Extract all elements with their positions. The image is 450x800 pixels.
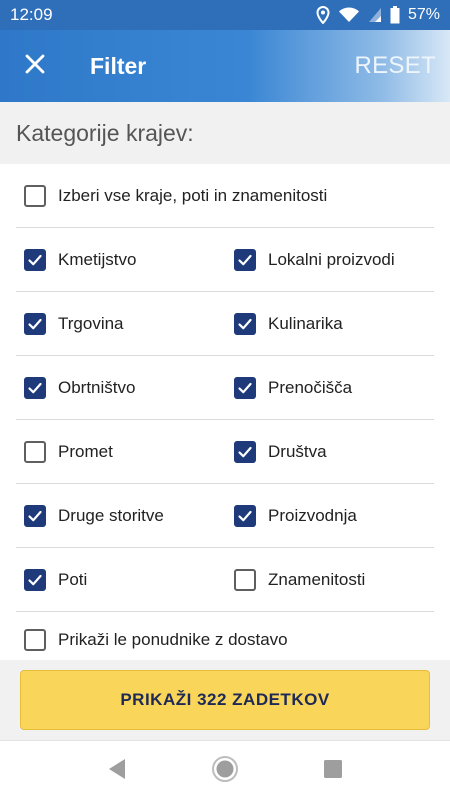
- check-icon: [28, 382, 42, 393]
- check-icon: [238, 510, 252, 521]
- category-label: Druge storitve: [58, 505, 164, 525]
- delivery-row[interactable]: Prikaži le ponudnike z dostavo: [16, 612, 434, 660]
- category-kulinarika[interactable]: Kulinarika: [226, 292, 434, 355]
- checkbox-checked[interactable]: [24, 568, 46, 591]
- category-druge-storitve[interactable]: Druge storitve: [16, 484, 226, 547]
- location-icon: [316, 6, 330, 24]
- checkbox-checked[interactable]: [24, 312, 46, 335]
- recents-button[interactable]: [319, 757, 347, 785]
- system-nav-bar: [0, 740, 450, 800]
- category-label: Društva: [268, 441, 327, 461]
- category-label: Znamenitosti: [268, 569, 366, 589]
- battery-icon: [390, 6, 400, 24]
- checkbox-unchecked[interactable]: [24, 629, 46, 651]
- category-proizvodnja[interactable]: Proizvodnja: [226, 484, 434, 547]
- category-row: Kmetijstvo Lokalni proizvodi: [16, 228, 434, 292]
- category-row: Trgovina Kulinarika: [16, 292, 434, 356]
- category-obrtnistvo[interactable]: Obrtništvo: [16, 356, 226, 419]
- checkbox-unchecked[interactable]: [234, 568, 256, 591]
- page-title: Filter: [90, 52, 147, 79]
- checkbox-checked[interactable]: [234, 376, 256, 399]
- battery-percent: 57%: [407, 6, 440, 23]
- category-kmetijstvo[interactable]: Kmetijstvo: [16, 228, 226, 291]
- check-icon: [238, 446, 252, 457]
- filter-panel: Izberi vse kraje, poti in znamenitosti K…: [0, 164, 450, 660]
- category-label: Poti: [58, 569, 88, 589]
- status-time: 12:09: [10, 5, 53, 24]
- category-lokalni-proizvodi[interactable]: Lokalni proizvodi: [226, 228, 434, 291]
- close-icon: [24, 53, 46, 80]
- delivery-only-option[interactable]: Prikaži le ponudnike z dostavo: [16, 629, 288, 651]
- category-label: Trgovina: [58, 313, 124, 333]
- select-all-row[interactable]: Izberi vse kraje, poti in znamenitosti: [16, 164, 434, 228]
- checkbox-unchecked[interactable]: [24, 440, 46, 463]
- checkbox-checked[interactable]: [234, 248, 256, 271]
- reset-button[interactable]: RESET: [354, 52, 436, 80]
- category-label: Kmetijstvo: [58, 249, 137, 269]
- category-poti[interactable]: Poti: [16, 548, 226, 611]
- checkbox-checked[interactable]: [234, 440, 256, 463]
- status-bar: 12:09 57%: [0, 0, 450, 30]
- check-icon: [28, 318, 42, 329]
- section-title: Kategorije krajev:: [0, 102, 450, 164]
- category-promet[interactable]: Promet: [16, 420, 226, 483]
- category-znamenitosti[interactable]: Znamenitosti: [226, 548, 434, 611]
- check-icon: [238, 382, 252, 393]
- app-bar: Filter RESET: [0, 30, 450, 102]
- status-icons: 57%: [316, 6, 440, 24]
- home-icon: [211, 755, 239, 788]
- wifi-icon: [338, 7, 360, 23]
- select-all-option[interactable]: Izberi vse kraje, poti in znamenitosti: [16, 164, 327, 227]
- home-button[interactable]: [211, 755, 239, 788]
- checkbox-checked[interactable]: [24, 248, 46, 271]
- category-label: Proizvodnja: [268, 505, 357, 525]
- category-label: Kulinarika: [268, 313, 343, 333]
- checkbox-checked[interactable]: [24, 504, 46, 527]
- button-area: PRIKAŽI 322 ZADETKOV: [0, 660, 450, 740]
- check-icon: [238, 318, 252, 329]
- check-icon: [28, 574, 42, 585]
- checkbox-checked[interactable]: [234, 312, 256, 335]
- back-icon: [107, 758, 127, 785]
- close-button[interactable]: [0, 30, 70, 102]
- category-row: Promet Društva: [16, 420, 434, 484]
- select-all-label: Izberi vse kraje, poti in znamenitosti: [58, 185, 328, 205]
- back-button[interactable]: [103, 757, 131, 785]
- checkbox-checked[interactable]: [24, 376, 46, 399]
- category-drustva[interactable]: Društva: [226, 420, 434, 483]
- category-row: Obrtništvo Prenočišča: [16, 356, 434, 420]
- delivery-only-label: Prikaži le ponudnike z dostavo: [58, 630, 288, 649]
- category-trgovina[interactable]: Trgovina: [16, 292, 226, 355]
- category-label: Promet: [58, 441, 113, 461]
- category-row: Poti Znamenitosti: [16, 548, 434, 612]
- recents-icon: [323, 759, 343, 784]
- check-icon: [28, 254, 42, 265]
- category-label: Prenočišča: [268, 377, 353, 397]
- category-prenocisca[interactable]: Prenočišča: [226, 356, 434, 419]
- category-row: Druge storitve Proizvodnja: [16, 484, 434, 548]
- category-label: Obrtništvo: [58, 377, 136, 397]
- check-icon: [238, 254, 252, 265]
- checkbox-checked[interactable]: [234, 504, 256, 527]
- signal-icon: [368, 7, 382, 23]
- checkbox-unchecked[interactable]: [24, 184, 46, 207]
- check-icon: [28, 510, 42, 521]
- category-label: Lokalni proizvodi: [268, 249, 395, 269]
- show-results-button[interactable]: PRIKAŽI 322 ZADETKOV: [20, 670, 430, 730]
